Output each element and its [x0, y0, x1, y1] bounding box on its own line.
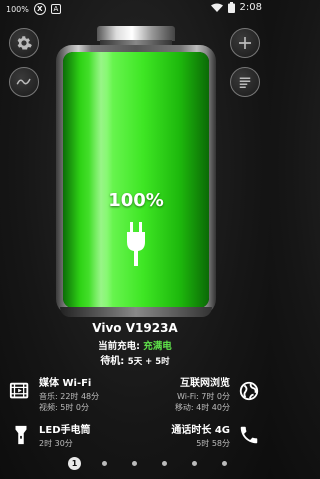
stat-talk-title: 通话时长 4G	[171, 425, 230, 436]
stat-media-video: 视频: 5时 0分	[39, 403, 89, 412]
status-bar-left: 100% X A	[6, 3, 61, 15]
battery-inner: 100%	[63, 52, 209, 308]
battery-cap	[97, 26, 175, 41]
notification-a-icon: A	[50, 4, 61, 14]
stat-media-wifi: 媒体 Wi-Fi 音乐: 22时 48分 视频: 5时 0分	[39, 374, 99, 413]
graph-icon	[16, 78, 31, 85]
charge-status: 当前充电: 充满电	[0, 338, 270, 352]
film-icon	[9, 382, 29, 399]
page-dot[interactable]	[222, 461, 227, 466]
status-bar-right: 2:08	[210, 2, 262, 13]
menu-icon	[239, 77, 251, 88]
menu-button[interactable]	[230, 67, 260, 97]
graph-button[interactable]	[9, 67, 39, 97]
phone-icon	[240, 426, 258, 444]
page-dot[interactable]	[102, 461, 107, 466]
standby-value: 5天 + 5时	[127, 357, 170, 367]
add-button[interactable]	[230, 28, 260, 58]
notification-x-icon: X	[33, 3, 46, 15]
plus-icon	[239, 37, 251, 49]
standby-time: 待机: 5天 + 5时	[0, 352, 270, 367]
stat-led-flashlight: LED手电筒 2时 30分	[39, 421, 91, 449]
globe-icon	[239, 381, 259, 401]
flashlight-icon	[15, 425, 27, 445]
device-name: Vivo V1923A	[92, 321, 178, 335]
stat-media-title: 媒体 Wi-Fi	[39, 378, 92, 389]
stat-flashlight-title: LED手电筒	[39, 425, 91, 436]
settings-button[interactable]	[9, 28, 39, 58]
battery-body: 100%	[56, 45, 216, 317]
status-battery-percent: 100%	[6, 4, 29, 14]
stat-internet-browsing: 互联网浏览 Wi-Fi: 7时 0分 移动: 4时 40分	[175, 374, 230, 413]
page-dot[interactable]	[162, 461, 167, 466]
stat-flashlight-time: 2时 30分	[39, 439, 73, 448]
battery-fill	[63, 52, 209, 308]
battery-base	[60, 307, 212, 317]
battery-percent-label: 100%	[108, 190, 164, 211]
gear-icon	[17, 36, 32, 50]
status-bar: 100% X A 2:08	[0, 0, 270, 18]
charge-value: 充满电	[143, 341, 172, 352]
stat-media-music: 音乐: 22时 48分	[39, 392, 100, 401]
stat-browse-wifi: Wi-Fi: 7时 0分	[176, 392, 230, 401]
page-dot-active[interactable]: 1	[68, 457, 81, 470]
page-indicator: 1	[0, 456, 270, 470]
plug-icon	[127, 222, 145, 266]
stat-browse-mobile: 移动: 4时 40分	[174, 403, 230, 412]
stat-talk-time-value: 5时 58分	[196, 439, 230, 448]
battery-status-icon	[227, 2, 235, 13]
stat-browse-title: 互联网浏览	[180, 378, 230, 389]
battery-graphic: 100%	[56, 26, 216, 317]
wifi-icon	[210, 3, 223, 12]
battery-shine	[89, 52, 113, 308]
standby-label: 待机:	[100, 356, 125, 367]
status-time: 2:08	[239, 2, 262, 13]
charge-label: 当前充电:	[98, 341, 140, 352]
page-dot[interactable]	[132, 461, 137, 466]
page-dot[interactable]	[192, 461, 197, 466]
stat-talk-time: 通话时长 4G 5时 58分	[171, 421, 230, 449]
